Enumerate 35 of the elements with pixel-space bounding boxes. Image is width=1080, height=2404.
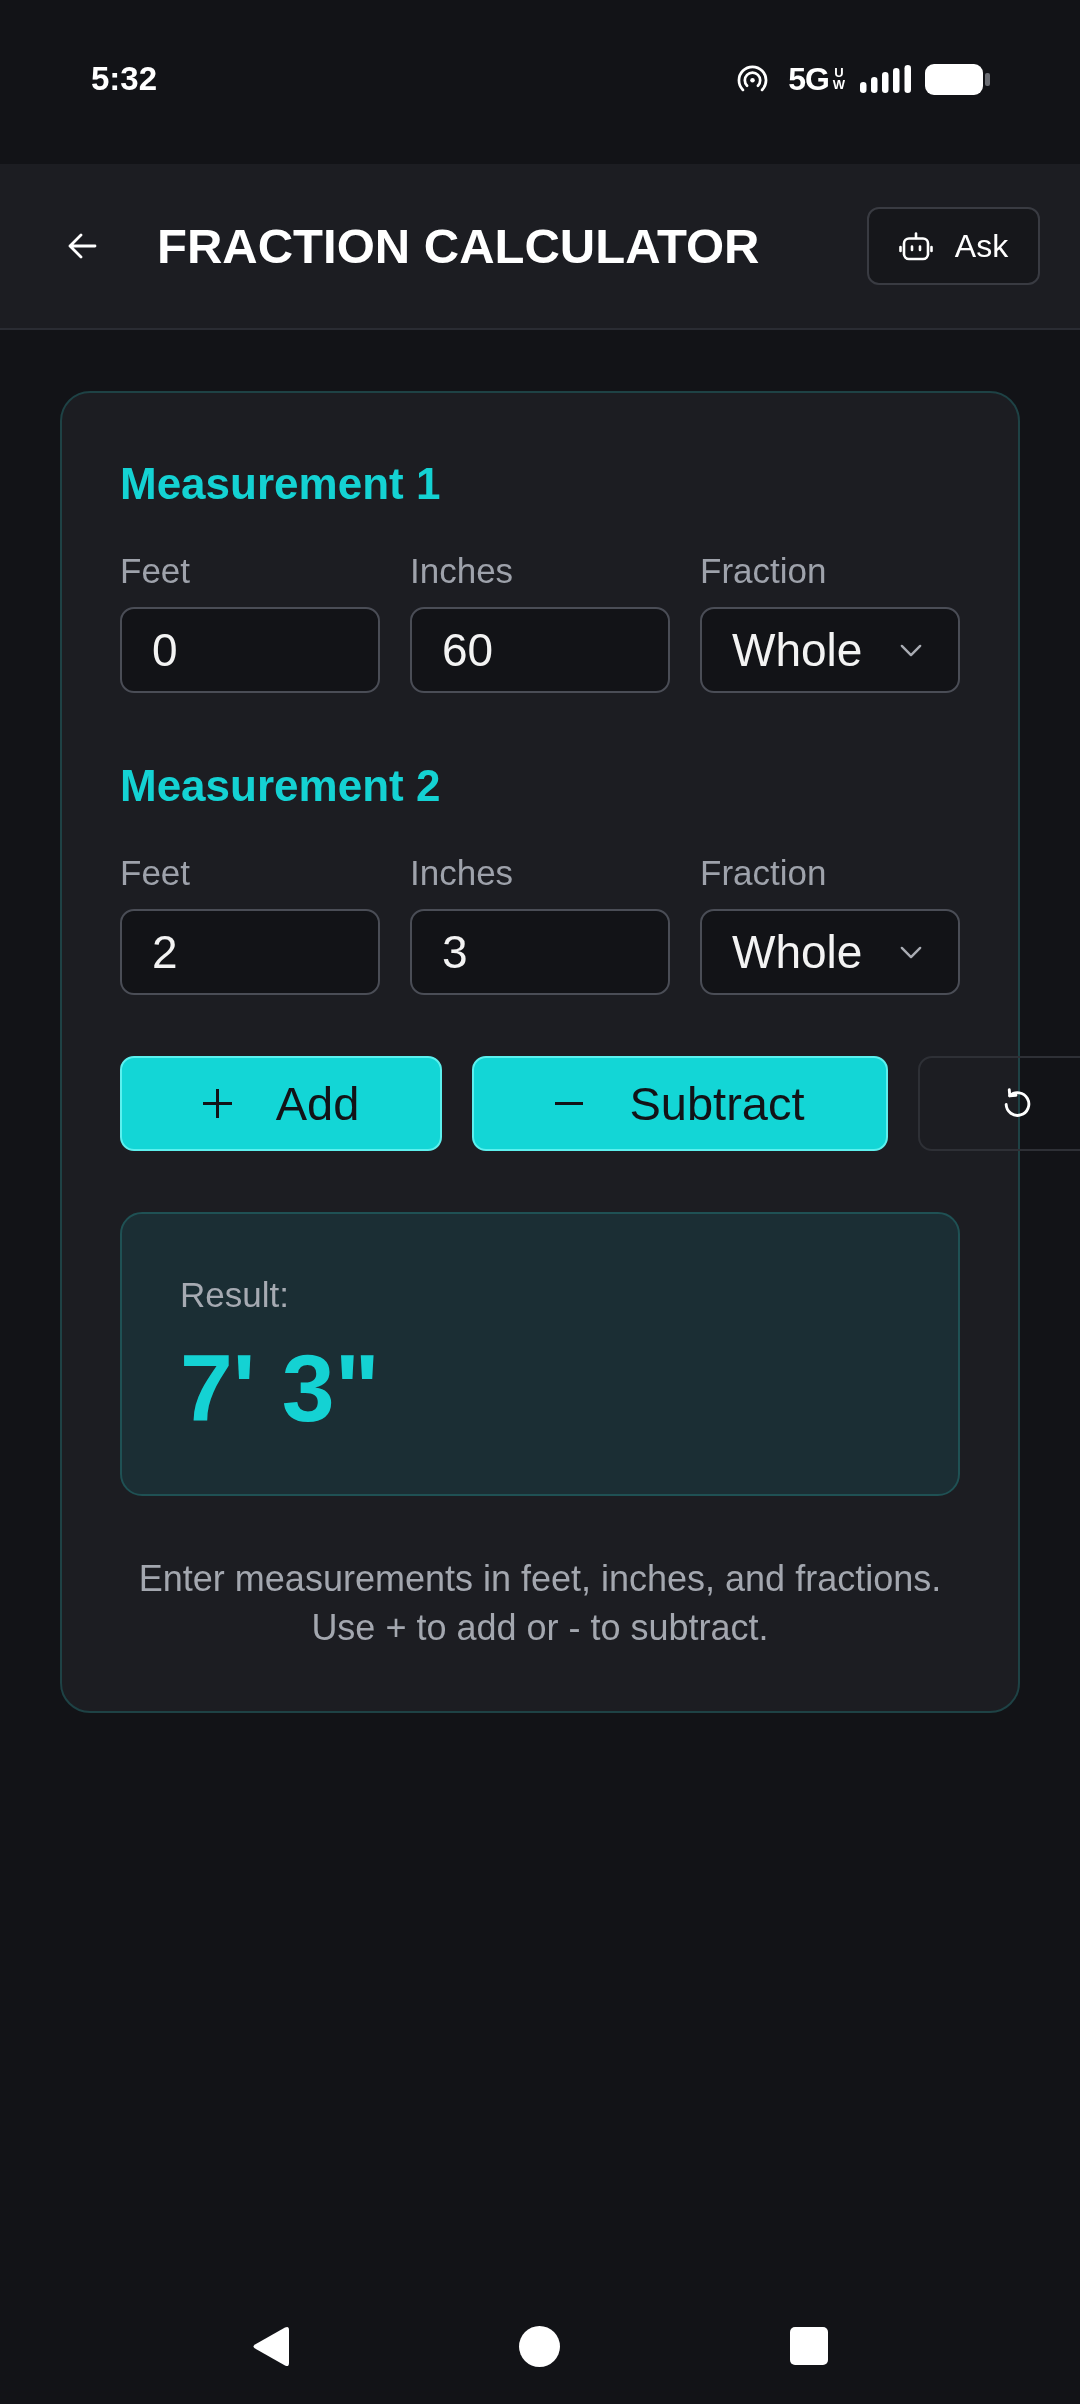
number-input[interactable]: 2 bbox=[120, 909, 380, 995]
minus-icon bbox=[555, 1102, 584, 1105]
measurement-heading: Measurement 1 bbox=[120, 458, 442, 510]
network-sub-label: UW bbox=[832, 66, 846, 92]
plus-icon bbox=[202, 1089, 232, 1118]
help-text: Enter measurements in feet, inches, and fractions. Use + to add or - to subtract. bbox=[137, 1557, 943, 1650]
robot-icon bbox=[898, 231, 933, 261]
field-label: Inches bbox=[410, 852, 514, 894]
chevron-down-icon bbox=[900, 945, 922, 959]
signal-icon bbox=[860, 65, 911, 93]
nav-back-icon[interactable] bbox=[252, 2325, 289, 2367]
field-label: Fraction bbox=[700, 852, 827, 894]
hotspot-icon bbox=[737, 65, 769, 93]
number-input[interactable]: 60 bbox=[410, 607, 670, 693]
measurement-heading: Measurement 2 bbox=[120, 760, 442, 812]
number-input[interactable]: 0 bbox=[120, 607, 380, 693]
fraction-dropdown[interactable]: Whole bbox=[700, 909, 960, 995]
add-button[interactable]: Add bbox=[120, 1056, 442, 1151]
battery-icon bbox=[925, 63, 990, 95]
field-label: Fraction bbox=[700, 550, 827, 592]
back-arrow-icon[interactable] bbox=[67, 231, 97, 261]
fraction-dropdown[interactable]: Whole bbox=[700, 607, 960, 693]
result-label: Result: bbox=[180, 1274, 289, 1316]
field-label: Feet bbox=[120, 550, 191, 592]
number-input[interactable]: 3 bbox=[410, 909, 670, 995]
network-label: 5G bbox=[788, 63, 829, 95]
field-label: Feet bbox=[120, 852, 191, 894]
ask-button[interactable]: Ask bbox=[867, 207, 1040, 285]
result-value: 7' 3" bbox=[180, 1334, 380, 1442]
chevron-down-icon bbox=[900, 643, 922, 657]
status-time: 5:32 bbox=[91, 60, 158, 98]
nav-home-icon[interactable] bbox=[519, 2325, 560, 2367]
field-label: Inches bbox=[410, 550, 514, 592]
subtract-button[interactable]: Subtract bbox=[472, 1056, 888, 1151]
screen-title: FRACTION CALCULATOR bbox=[157, 218, 760, 274]
